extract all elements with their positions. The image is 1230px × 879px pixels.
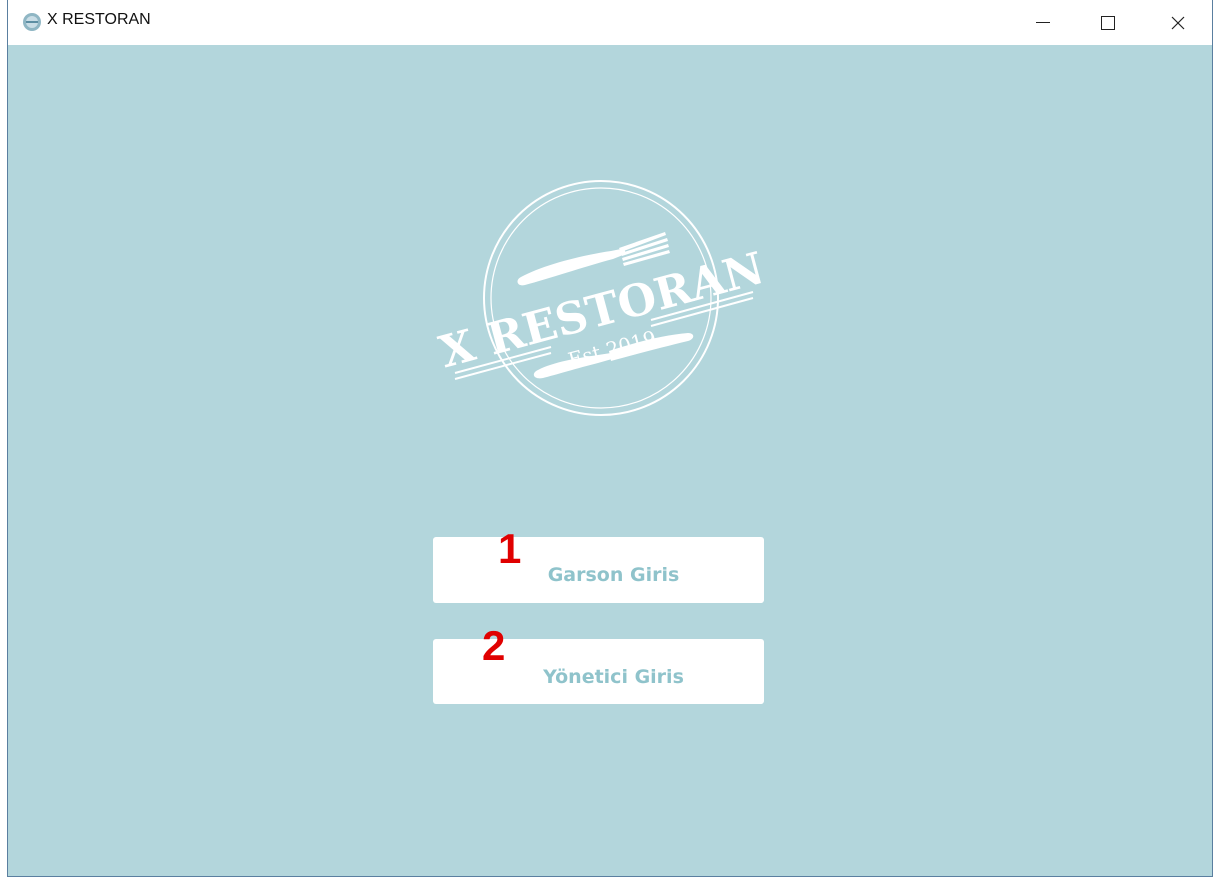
- window-title: X RESTORAN: [47, 11, 151, 28]
- app-window: X RESTORAN X RESTORAN Est 2019 Garson Gi…: [7, 0, 1213, 877]
- minimize-icon: [1036, 22, 1050, 23]
- yonetici-login-label: Yönetici Giris: [543, 665, 684, 688]
- restaurant-logo: X RESTORAN Est 2019: [434, 180, 769, 416]
- garson-login-label: Garson Giris: [547, 564, 680, 586]
- annotation-badge-1: 1: [498, 525, 522, 572]
- minimize-button[interactable]: [1020, 0, 1066, 45]
- close-button[interactable]: [1155, 0, 1201, 45]
- close-icon: [1171, 16, 1185, 29]
- restaurant-app-icon: [23, 13, 41, 31]
- maximize-button[interactable]: [1085, 0, 1131, 45]
- maximize-icon: [1101, 15, 1115, 30]
- garson-login-button[interactable]: Garson Giris: [433, 537, 764, 603]
- title-bar[interactable]: X RESTORAN: [8, 0, 1212, 45]
- annotation-badge-2: 2: [482, 622, 506, 669]
- main-content: X RESTORAN Est 2019 Garson Giris Yönetic…: [8, 45, 1212, 877]
